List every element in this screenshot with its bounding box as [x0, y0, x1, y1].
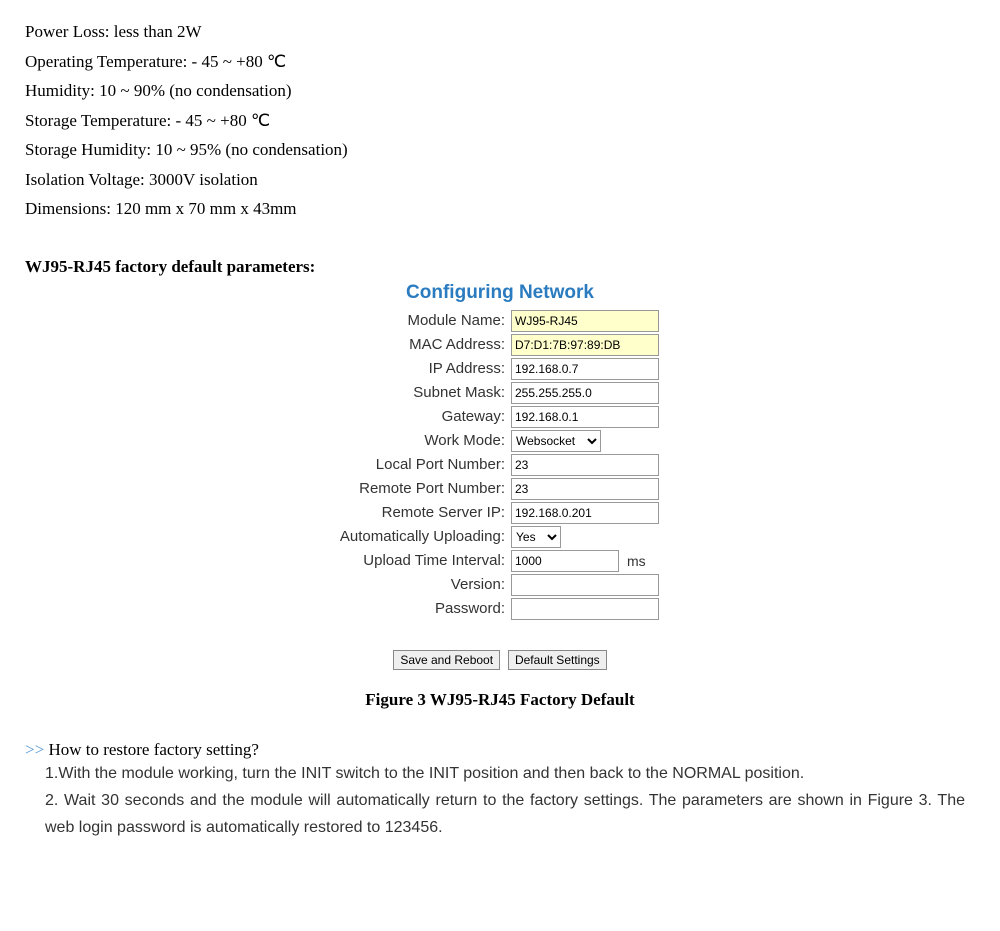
input-local-port[interactable] — [511, 454, 659, 476]
input-version[interactable] — [511, 574, 659, 596]
input-upload-interval[interactable] — [511, 550, 619, 572]
input-gateway[interactable] — [511, 406, 659, 428]
select-auto-upload[interactable]: Yes — [511, 526, 561, 548]
input-password[interactable] — [511, 598, 659, 620]
label-module-name: Module Name: — [275, 312, 511, 329]
label-local-port: Local Port Number: — [275, 456, 511, 473]
spec-storage-humidity: Storage Humidity: 10 ~ 95% (no condensat… — [25, 137, 975, 163]
label-remote-ip: Remote Server IP: — [275, 504, 511, 521]
howto-step1: 1.With the module working, turn the INIT… — [45, 760, 965, 787]
chevron-icon: >> — [25, 740, 48, 759]
select-work-mode[interactable]: Websocket — [511, 430, 601, 452]
default-settings-button[interactable]: Default Settings — [508, 650, 607, 670]
config-title: Configuring Network — [275, 282, 725, 304]
spec-operating-temp: Operating Temperature: - 45 ~ +80 ℃ — [25, 49, 975, 75]
spec-isolation: Isolation Voltage: 3000V isolation — [25, 167, 975, 193]
config-panel: Configuring Network Module Name: MAC Add… — [275, 282, 725, 670]
label-subnet: Subnet Mask: — [275, 384, 511, 401]
figure-caption: Figure 3 WJ95-RJ45 Factory Default — [25, 690, 975, 710]
howto-heading-text: How to restore factory setting? — [48, 740, 259, 759]
label-mac: MAC Address: — [275, 336, 511, 353]
spec-storage-temp: Storage Temperature: - 45 ~ +80 ℃ — [25, 108, 975, 134]
label-work-mode: Work Mode: — [275, 432, 511, 449]
section-heading: WJ95-RJ45 factory default parameters: — [25, 257, 975, 277]
howto-heading: >> How to restore factory setting? — [25, 740, 975, 760]
input-remote-port[interactable] — [511, 478, 659, 500]
label-version: Version: — [275, 576, 511, 593]
input-remote-ip[interactable] — [511, 502, 659, 524]
label-upload-interval: Upload Time Interval: — [275, 552, 511, 569]
label-auto-upload: Automatically Uploading: — [275, 528, 511, 545]
spec-dimensions: Dimensions: 120 mm x 70 mm x 43mm — [25, 196, 975, 222]
unit-ms: ms — [627, 553, 646, 569]
spec-power-loss: Power Loss: less than 2W — [25, 19, 975, 45]
input-ip[interactable] — [511, 358, 659, 380]
input-module-name[interactable] — [511, 310, 659, 332]
input-subnet[interactable] — [511, 382, 659, 404]
spec-humidity: Humidity: 10 ~ 90% (no condensation) — [25, 78, 975, 104]
label-password: Password: — [275, 600, 511, 617]
howto-step2: 2. Wait 30 seconds and the module will a… — [45, 787, 965, 841]
label-ip: IP Address: — [275, 360, 511, 377]
input-mac[interactable] — [511, 334, 659, 356]
save-reboot-button[interactable]: Save and Reboot — [393, 650, 500, 670]
label-gateway: Gateway: — [275, 408, 511, 425]
label-remote-port: Remote Port Number: — [275, 480, 511, 497]
